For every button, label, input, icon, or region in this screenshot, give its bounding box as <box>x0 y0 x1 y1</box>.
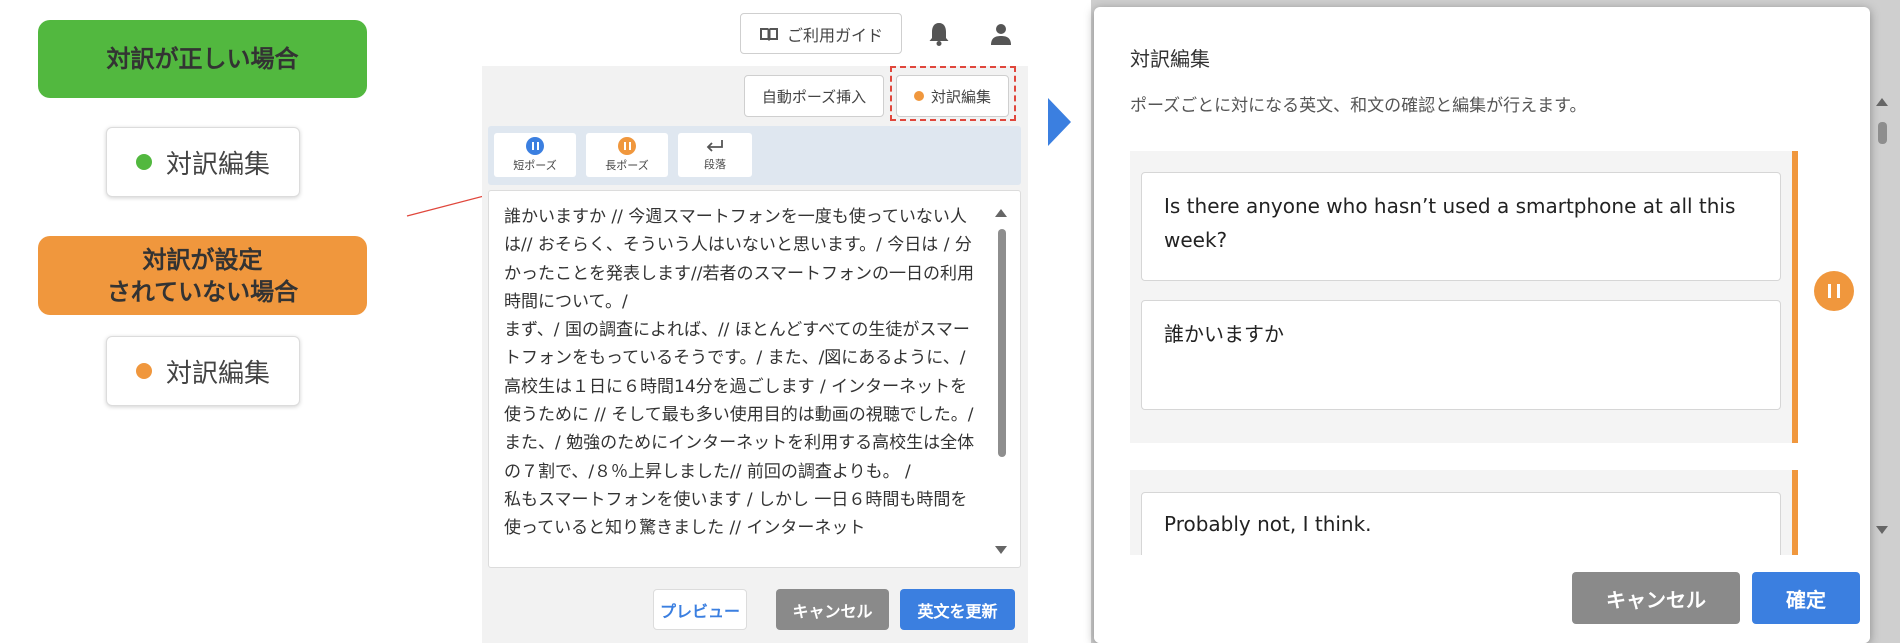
cancel-label: キャンセル <box>792 601 873 621</box>
translation-edit-dialog: 対訳編集 ポーズごとに対になる英文、和文の確認と編集が行えます。 Is ther… <box>1094 7 1870 643</box>
tool-label: 短ポーズ <box>513 159 557 172</box>
pair-accent-bar <box>1792 470 1798 555</box>
user-button[interactable] <box>986 19 1016 49</box>
auto-pause-label: 自動ポーズ挿入 <box>761 87 867 106</box>
scroll-down-icon[interactable] <box>995 546 1007 554</box>
transition-arrow-icon <box>1048 98 1071 146</box>
script-textarea[interactable]: 誰かいますか // 今週スマートフォンを一度も使っていない人は// おそらく、そ… <box>488 190 1021 568</box>
dialog-cancel-label: キャンセル <box>1606 587 1706 612</box>
dialog-scrollbar[interactable] <box>1875 98 1889 534</box>
user-icon <box>991 24 1011 45</box>
sentence-pair: Is there anyone who hasn’t used a smartp… <box>1130 151 1798 443</box>
japanese-text: 誰かいますか <box>1164 322 1284 346</box>
tool-label: 長ポーズ <box>605 159 649 172</box>
editor-panel: ご利用ガイド 自動ポーズ挿入 対訳編集 短ポーズ 長ポーズ 段落 誰かいますか … <box>482 0 1028 643</box>
editor-topbar: ご利用ガイド <box>482 0 1028 66</box>
tool-label: 段落 <box>704 158 726 171</box>
script-text: 誰かいますか // 今週スマートフォンを一度も使っていない人は// おそらく、そ… <box>504 207 975 539</box>
confirm-button[interactable]: 確定 <box>1752 572 1860 624</box>
dialog-cancel-button[interactable]: キャンセル <box>1572 572 1740 624</box>
pause-orange-icon <box>618 137 636 155</box>
short-pause-tool[interactable]: 短ポーズ <box>494 133 576 177</box>
pause-blue-icon <box>526 137 544 155</box>
guide-button[interactable]: ご利用ガイド <box>740 13 902 54</box>
dialog-title: 対訳編集 <box>1130 47 1210 71</box>
scroll-up-icon[interactable] <box>1876 98 1888 106</box>
auto-pause-button[interactable]: 自動ポーズ挿入 <box>744 75 884 117</box>
preview-label: プレビュー <box>659 601 740 621</box>
pause-orange-icon[interactable] <box>1814 271 1854 311</box>
pair-accent-bar <box>1792 151 1798 443</box>
book-icon <box>759 27 778 41</box>
scroll-thumb[interactable] <box>998 229 1006 457</box>
long-pause-tool[interactable]: 長ポーズ <box>586 133 668 177</box>
scroll-up-icon[interactable] <box>995 209 1007 217</box>
bell-icon <box>929 23 949 46</box>
highlight-dashed-box <box>890 66 1016 121</box>
return-arrow-icon <box>706 140 723 152</box>
update-english-button[interactable]: 英文を更新 <box>900 589 1015 630</box>
preview-button[interactable]: プレビュー <box>653 589 747 630</box>
paragraph-tool[interactable]: 段落 <box>678 133 752 177</box>
english-field[interactable]: Is there anyone who hasn’t used a smartp… <box>1141 172 1781 281</box>
scroll-down-icon[interactable] <box>1876 526 1888 534</box>
dialog-description: ポーズごとに対になる英文、和文の確認と編集が行えます。 <box>1130 96 1587 116</box>
confirm-label: 確定 <box>1786 587 1826 612</box>
english-text: Probably not, I think. <box>1164 512 1372 536</box>
sentence-pair: Probably not, I think. <box>1130 470 1798 582</box>
scroll-thumb[interactable] <box>1878 122 1887 144</box>
guide-label: ご利用ガイド <box>786 25 883 45</box>
cancel-button[interactable]: キャンセル <box>776 589 889 630</box>
text-scrollbar[interactable] <box>994 209 1008 554</box>
pause-toolbar: 短ポーズ 長ポーズ 段落 <box>488 126 1021 185</box>
japanese-field[interactable]: 誰かいますか <box>1141 300 1781 410</box>
english-text: Is there anyone who hasn’t used a smartp… <box>1164 194 1736 252</box>
bell-button[interactable] <box>924 19 954 49</box>
update-label: 英文を更新 <box>917 601 998 621</box>
